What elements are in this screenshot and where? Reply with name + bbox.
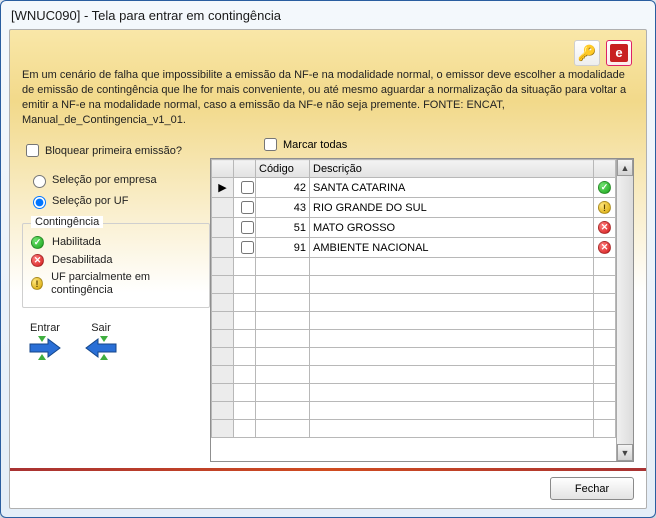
marcar-todas-label: Marcar todas (283, 139, 347, 151)
grid-wrap: Código Descrição ▶ 42SANTA CATARINA ✓ 43RIO… (210, 158, 634, 462)
arrow-left-icon (84, 336, 118, 360)
table-row-empty (212, 312, 616, 330)
legend-box: Contingência ✓ Habilitada ✕ Desabilitada… (22, 223, 210, 308)
sair-button[interactable]: Sair (84, 322, 118, 360)
arrow-right-icon (28, 336, 62, 360)
legend-title: Contingência (31, 216, 103, 228)
row-indicator (212, 238, 234, 258)
legend-parcial: ! UF parcialmente em contingência (31, 271, 201, 297)
table-row-empty (212, 420, 616, 438)
table-row-empty (212, 258, 616, 276)
sair-label: Sair (91, 322, 111, 334)
legend-desabilitada: ✕ Desabilitada (31, 254, 201, 267)
row-codigo: 51 (256, 218, 310, 238)
legend-habilitada: ✓ Habilitada (31, 236, 201, 249)
key-icon[interactable]: 🔑 (574, 40, 600, 66)
grid-header-check (234, 160, 256, 178)
scroll-down-icon[interactable]: ▼ (617, 444, 633, 461)
grid-header-status (594, 160, 616, 178)
row-status: ✓ (594, 178, 616, 198)
window-title: [WNUC090] - Tela para entrar em contingê… (11, 8, 281, 23)
scroll-up-icon[interactable]: ▲ (617, 159, 633, 176)
status-icon: ✕ (598, 221, 611, 234)
radio-uf[interactable] (33, 196, 46, 209)
table-row[interactable]: 51MATO GROSSO ✕ (212, 218, 616, 238)
bloquear-checkbox[interactable] (26, 144, 39, 157)
row-checkbox[interactable] (241, 221, 254, 234)
intro-text: Em um cenário de falha que impossibilite… (22, 68, 634, 127)
row-checkbox[interactable] (241, 181, 254, 194)
row-codigo: 42 (256, 178, 310, 198)
row-indicator: ▶ (212, 178, 234, 198)
status-icon: ✕ (598, 241, 611, 254)
row-check-cell[interactable] (234, 238, 256, 258)
row-descricao: AMBIENTE NACIONAL (310, 238, 594, 258)
row-checkbox[interactable] (241, 201, 254, 214)
selecao-radio-group: Seleção por empresa Seleção por UF (22, 172, 210, 209)
bloquear-checkbox-row[interactable]: Bloquear primeira emissão? (22, 141, 210, 160)
row-codigo: 91 (256, 238, 310, 258)
table-row[interactable]: ▶ 42SANTA CATARINA ✓ (212, 178, 616, 198)
bloquear-label: Bloquear primeira emissão? (45, 145, 182, 157)
row-check-cell[interactable] (234, 218, 256, 238)
row-descricao: SANTA CATARINA (310, 178, 594, 198)
grid-header-indicator (212, 160, 234, 178)
logo-icon[interactable]: e (606, 40, 632, 66)
grid-header-row: Código Descrição (212, 160, 616, 178)
check-icon: ✓ (31, 236, 44, 249)
row-check-cell[interactable] (234, 198, 256, 218)
table-row-empty (212, 366, 616, 384)
radio-empresa[interactable] (33, 175, 46, 188)
table-row-empty (212, 384, 616, 402)
warn-icon: ! (31, 277, 43, 290)
dialog-window: [WNUC090] - Tela para entrar em contingê… (0, 0, 656, 518)
footer-separator (10, 468, 646, 471)
table-row-empty (212, 330, 616, 348)
radio-empresa-label: Seleção por empresa (52, 174, 157, 186)
fechar-button[interactable]: Fechar (550, 477, 634, 500)
row-status: ✕ (594, 218, 616, 238)
entrar-button[interactable]: Entrar (28, 322, 62, 360)
row-checkbox[interactable] (241, 241, 254, 254)
table-row-empty (212, 348, 616, 366)
radio-uf-row[interactable]: Seleção por UF (28, 193, 210, 209)
titlebar: [WNUC090] - Tela para entrar em contingê… (1, 1, 655, 29)
grid-area: Marcar todas Código (210, 135, 634, 462)
data-grid[interactable]: Código Descrição ▶ 42SANTA CATARINA ✓ 43RIO… (211, 159, 616, 438)
row-indicator (212, 218, 234, 238)
marcar-todas-row[interactable]: Marcar todas (260, 135, 634, 154)
row-descricao: RIO GRANDE DO SUL (310, 198, 594, 218)
row-status: ! (594, 198, 616, 218)
status-icon: ! (598, 201, 611, 214)
table-row-empty (212, 294, 616, 312)
row-check-cell[interactable] (234, 178, 256, 198)
radio-empresa-row[interactable]: Seleção por empresa (28, 172, 210, 188)
table-row-empty (212, 402, 616, 420)
x-icon: ✕ (31, 254, 44, 267)
grid-scrollbar[interactable]: ▲ ▼ (616, 159, 633, 461)
table-row-empty (212, 276, 616, 294)
content-frame: 🔑 e Em um cenário de falha que impossibi… (9, 29, 647, 509)
table-row[interactable]: 91AMBIENTE NACIONAL ✕ (212, 238, 616, 258)
status-icon: ✓ (598, 181, 611, 194)
row-status: ✕ (594, 238, 616, 258)
radio-uf-label: Seleção por UF (52, 195, 128, 207)
row-indicator (212, 198, 234, 218)
grid-header-codigo[interactable]: Código (256, 160, 310, 178)
marcar-todas-checkbox[interactable] (264, 138, 277, 151)
table-row[interactable]: 43RIO GRANDE DO SUL! (212, 198, 616, 218)
row-codigo: 43 (256, 198, 310, 218)
entrar-label: Entrar (30, 322, 60, 334)
grid-header-descricao[interactable]: Descrição (310, 160, 594, 178)
row-descricao: MATO GROSSO (310, 218, 594, 238)
left-panel: Bloquear primeira emissão? Seleção por e… (22, 135, 210, 462)
